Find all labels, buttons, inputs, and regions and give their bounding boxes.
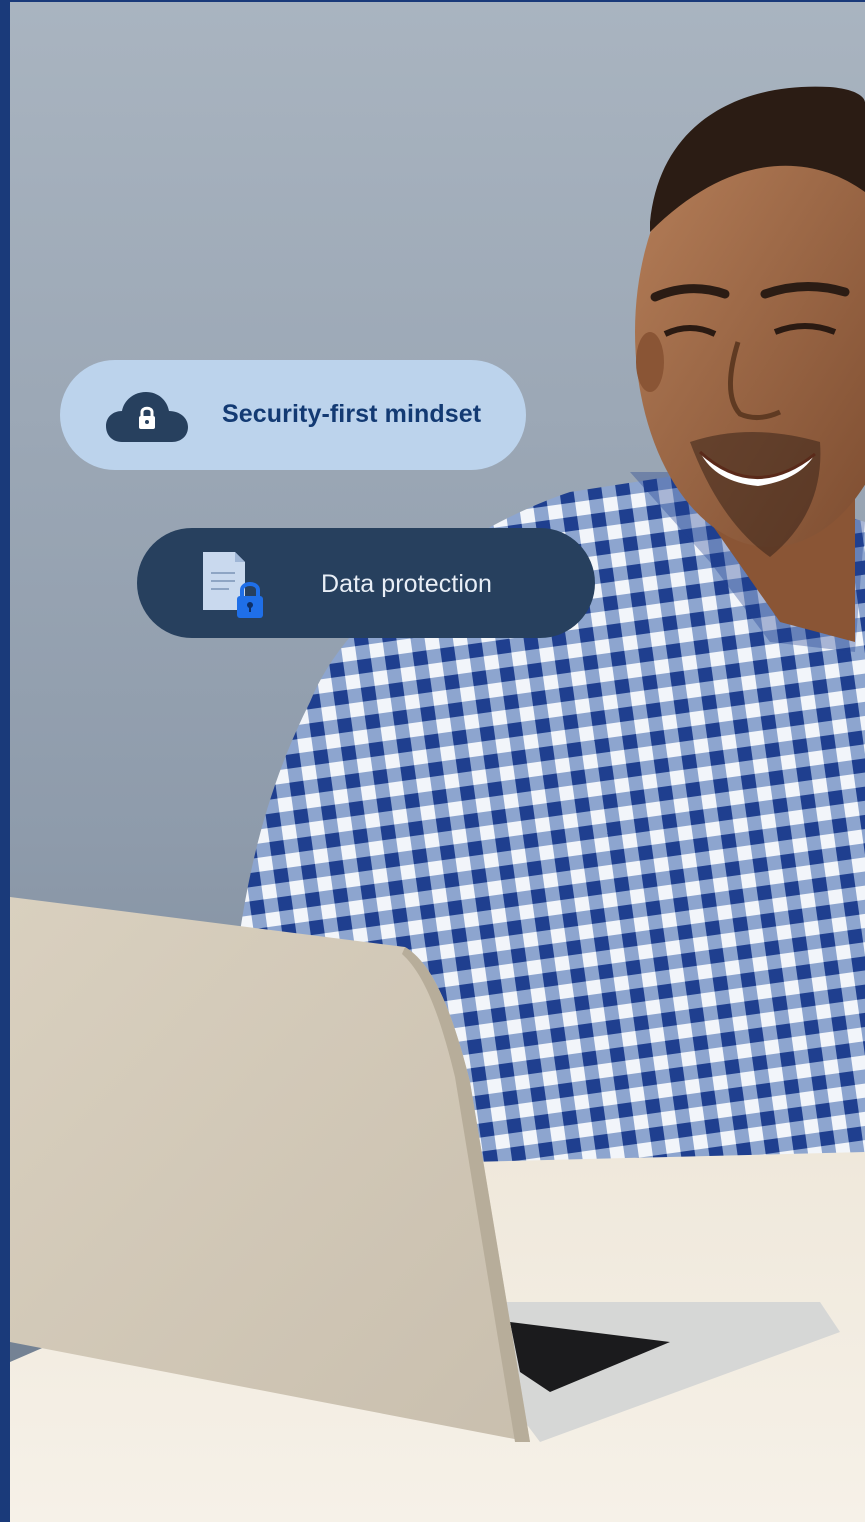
document-lock-icon [203, 552, 263, 618]
cloud-lock-icon [106, 392, 188, 442]
smiling-man-laptop-photo [10, 2, 865, 1522]
hero-frame: Security-first mindset Data protection [10, 2, 865, 1522]
security-first-badge: Security-first mindset [60, 360, 526, 470]
data-protection-badge: Data protection [137, 528, 595, 638]
security-first-label: Security-first mindset [222, 400, 482, 428]
data-protection-label: Data protection [321, 570, 493, 598]
